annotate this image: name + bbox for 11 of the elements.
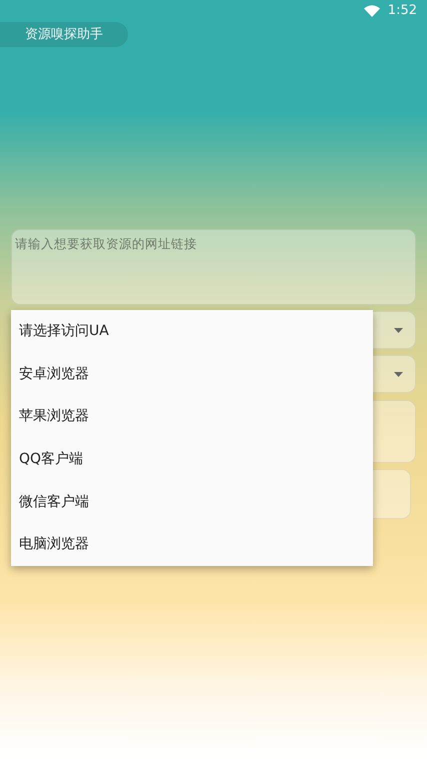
app-title: 资源嗅探助手: [0, 22, 128, 47]
caret-icon: [394, 372, 403, 376]
caret-icon: [394, 328, 403, 332]
menu-item[interactable]: 请选择访问UA: [11, 310, 373, 353]
wifi-icon: [364, 5, 380, 17]
menu-item[interactable]: 苹果浏览器: [11, 395, 373, 438]
menu-item[interactable]: 微信客户端: [11, 480, 373, 524]
menu-item[interactable]: 安卓浏览器: [11, 352, 373, 396]
menu-item[interactable]: QQ客户端: [11, 438, 373, 481]
clock-time: 1:52: [388, 2, 417, 20]
menu-item[interactable]: 电脑浏览器: [11, 523, 373, 566]
